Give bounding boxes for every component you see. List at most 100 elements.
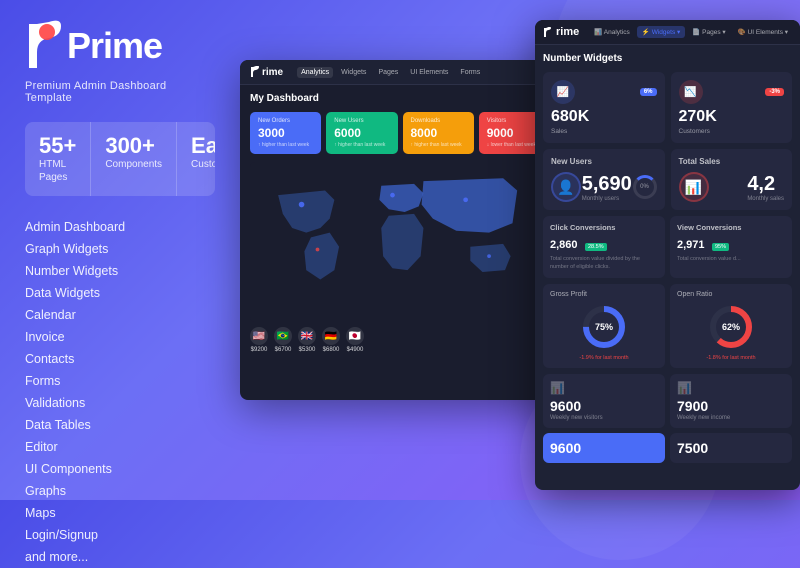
- sc1-flags-row: 🇺🇸 $9200 🇧🇷 $6700 🇬🇧 $5300 🇩🇪 $6800 🇯🇵: [250, 327, 550, 353]
- sc2-tab-widgets[interactable]: ⚡ Widgets ▾: [637, 26, 685, 38]
- sc2-view-value: 2,971: [677, 239, 705, 251]
- sc2-gp-trend: -1.9% for last month: [579, 355, 628, 361]
- nav-data-widgets[interactable]: Data Widgets: [25, 282, 215, 304]
- flag-gb-value: $5300: [299, 347, 316, 353]
- sc2-view-conv: View Conversions 2,971 95% Total convers…: [670, 216, 792, 278]
- stat-number-3: Easy: [191, 134, 215, 158]
- nav-number-widgets[interactable]: Number Widgets: [25, 260, 215, 282]
- sc2-nu-progress: 0%: [633, 175, 657, 199]
- sc2-click-desc: Total conversion value divided by the nu…: [550, 256, 658, 271]
- sc1-card-orders: New Orders 3000 ↑ higher than last week: [250, 112, 321, 154]
- world-map: [250, 162, 550, 322]
- screenshot-dashboard: rime Analytics Widgets Pages UI Elements…: [240, 60, 560, 400]
- logo-text: Prime: [67, 25, 162, 67]
- sc2-nu-sub: Monthly users: [582, 196, 632, 202]
- sc2-view-desc: Total conversion value d...: [677, 256, 785, 264]
- sc1-body: My Dashboard New Orders 3000 ↑ higher th…: [240, 85, 560, 361]
- flag-de-value: $6800: [323, 347, 340, 353]
- sc1-nav: Analytics Widgets Pages UI Elements Form…: [297, 67, 484, 78]
- sc2-tab-ui[interactable]: 🎨 UI Elements ▾: [733, 26, 792, 38]
- sc1-card-orders-sub: ↑ higher than last week: [258, 142, 313, 148]
- sc2-bottom-row2: 9600 7500: [543, 433, 792, 463]
- nav-validations[interactable]: Validations: [25, 392, 215, 414]
- sc1-nav-pages[interactable]: Pages: [374, 67, 402, 78]
- logo-icon: [25, 20, 67, 72]
- nav-calendar[interactable]: Calendar: [25, 304, 215, 326]
- nav-invoice[interactable]: Invoice: [25, 326, 215, 348]
- sc2-ts-icon: 📊: [679, 172, 709, 202]
- sc2-gp-donut: 75%: [579, 302, 629, 352]
- stat-number-2: 300+: [105, 134, 162, 158]
- sc2-gp-title: Gross Profit: [550, 291, 587, 298]
- sc2-wv-value: 9600: [550, 398, 658, 414]
- sc2-logo: rime: [543, 26, 579, 38]
- flag-gb-icon: 🇬🇧: [298, 327, 316, 345]
- sc1-nav-analytics[interactable]: Analytics: [297, 67, 333, 78]
- stat-number-1: 55+: [39, 134, 76, 158]
- sc2-view-badge: 95%: [712, 243, 729, 251]
- sc1-nav-widgets[interactable]: Widgets: [337, 67, 370, 78]
- sc2-view-title: View Conversions: [677, 223, 785, 232]
- sc1-card-visitors-value: 9000: [487, 126, 542, 140]
- sc2-customers-icon: 📉: [679, 80, 703, 104]
- nav-data-tables[interactable]: Data Tables: [25, 414, 215, 436]
- flag-us-icon: 🇺🇸: [250, 327, 268, 345]
- sc1-flag-br: 🇧🇷 $6700: [274, 327, 292, 353]
- sc2-tab-analytics[interactable]: 📊 Analytics: [589, 26, 635, 38]
- sc2-sales-label: Sales: [551, 128, 657, 135]
- sc2-click-value: 2,860: [550, 239, 578, 251]
- sc1-logo-icon: [250, 66, 260, 78]
- nav-maps[interactable]: Maps: [25, 502, 215, 524]
- sc2-customers-label: Customers: [679, 128, 785, 135]
- sc2-click-badge: 28.5%: [585, 243, 607, 251]
- sc2-nu-number: 5,690: [582, 173, 632, 196]
- sc2-top-widgets: 📈 6% 680K Sales 📉 -3% 270K Customers: [543, 72, 792, 143]
- screenshots-area: rime Analytics Widgets Pages UI Elements…: [230, 0, 800, 500]
- sc2-users-sales-row: New Users 👤 5,690 Monthly users 0% Total…: [543, 149, 792, 210]
- nav-forms[interactable]: Forms: [25, 370, 215, 392]
- sc2-or-value: 62%: [722, 322, 740, 332]
- nav-contacts[interactable]: Contacts: [25, 348, 215, 370]
- sc2-open-ratio: Open Ratio 62% -1.8% for last month: [670, 284, 792, 368]
- sc2-click-title: Click Conversions: [550, 223, 658, 232]
- sc2-tabs: 📊 Analytics ⚡ Widgets ▾ 📄 Pages ▾ 🎨 UI E…: [589, 26, 792, 38]
- sc1-card-visitors-sub: ↓ lower than last week: [487, 142, 542, 148]
- nav-graphs[interactable]: Graphs: [25, 480, 215, 502]
- stat-label-2: Components: [105, 158, 162, 171]
- sc2-ts-sub: Monthly sales: [747, 196, 784, 202]
- sc2-customers-header: 📉 -3%: [679, 80, 785, 104]
- nav-list: Admin Dashboard Graph Widgets Number Wid…: [25, 216, 215, 568]
- sc2-sales-icon: 📈: [551, 80, 575, 104]
- sc1-card-orders-value: 3000: [258, 126, 313, 140]
- sc1-card-users-value: 6000: [334, 126, 389, 140]
- sc2-donuts: Gross Profit 75% -1.9% for last month Op…: [543, 284, 792, 368]
- sc2-gross-profit: Gross Profit 75% -1.9% for last month: [543, 284, 665, 368]
- stat-components: 300+ Components: [91, 122, 177, 196]
- sc2-tab-pages[interactable]: 📄 Pages ▾: [687, 26, 730, 38]
- nav-more[interactable]: and more...: [25, 546, 215, 568]
- nav-editor[interactable]: Editor: [25, 436, 215, 458]
- sc2-or-donut: 62%: [706, 302, 756, 352]
- sc2-bv2: 7500: [677, 440, 785, 456]
- sc2-logo-icon: [543, 27, 552, 38]
- sc1-flag-gb: 🇬🇧 $5300: [298, 327, 316, 353]
- sc2-customers-widget: 📉 -3% 270K Customers: [671, 72, 793, 143]
- nav-admin-dashboard[interactable]: Admin Dashboard: [25, 216, 215, 238]
- sc2-nu-header: New Users: [551, 157, 657, 166]
- sc1-flag-jp: 🇯🇵 $4900: [346, 327, 364, 353]
- sc1-nav-ui[interactable]: UI Elements: [406, 67, 452, 78]
- nav-graph-widgets[interactable]: Graph Widgets: [25, 238, 215, 260]
- flag-jp-value: $4900: [347, 347, 364, 353]
- sc1-nav-forms[interactable]: Forms: [456, 67, 484, 78]
- nav-ui-components[interactable]: UI Components: [25, 458, 215, 480]
- flag-jp-icon: 🇯🇵: [346, 327, 364, 345]
- nav-login-signup[interactable]: Login/Signup: [25, 524, 215, 546]
- sc1-card-orders-label: New Orders: [258, 118, 313, 124]
- sc1-flag-us: 🇺🇸 $9200: [250, 327, 268, 353]
- sc2-nu-values: 5,690 Monthly users: [582, 173, 632, 202]
- sc2-nu-content: 👤 5,690 Monthly users 0%: [551, 172, 657, 202]
- stats-row: 55+ HTML Pages 300+ Components Easy Cust…: [25, 122, 215, 196]
- sc2-bv1: 9600: [550, 440, 658, 456]
- sc1-logo-text: rime: [262, 67, 283, 78]
- sc2-ts-values: 4,2 Monthly sales: [747, 173, 784, 202]
